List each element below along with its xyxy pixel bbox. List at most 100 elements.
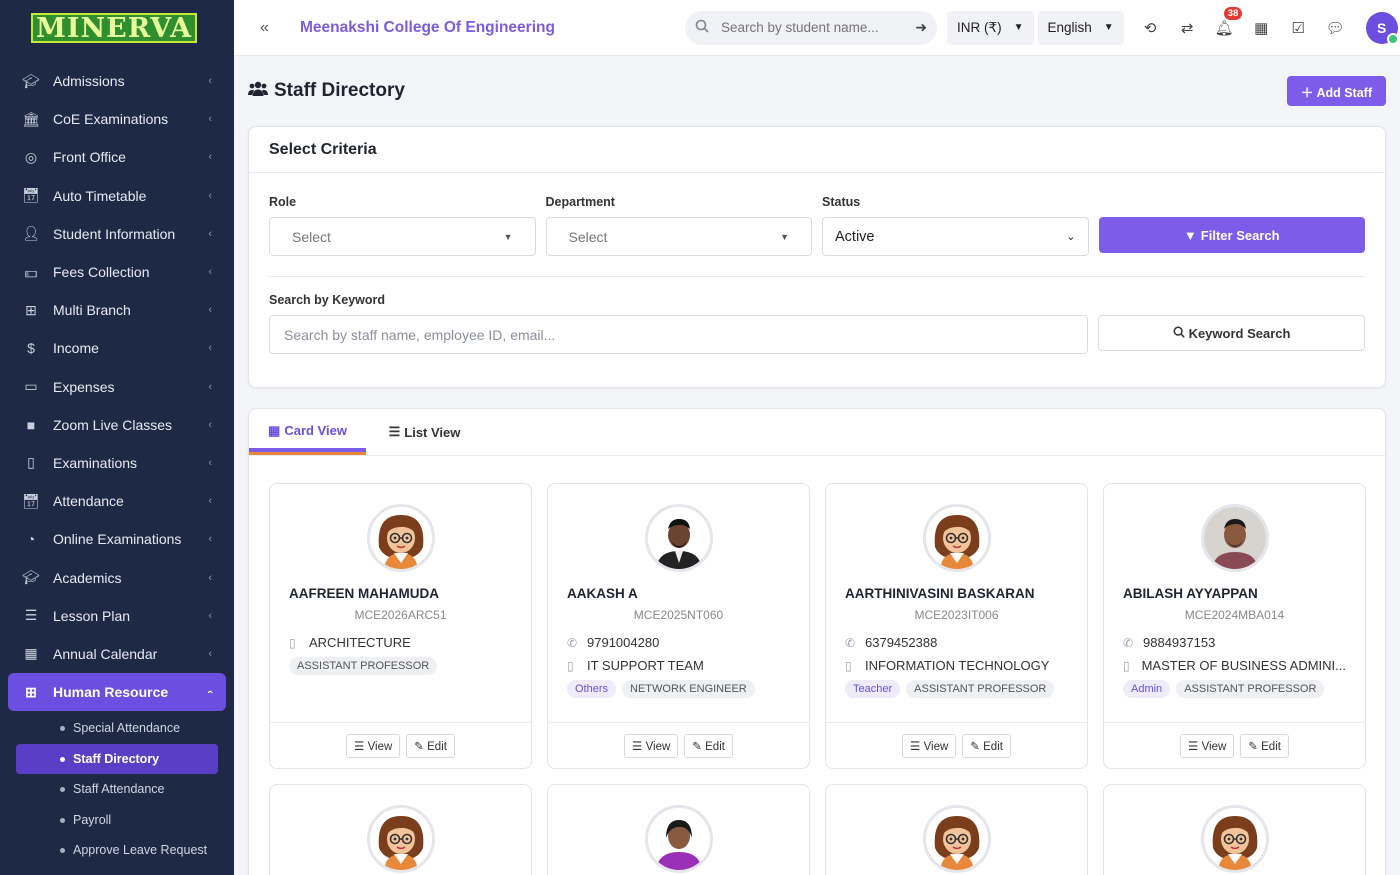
rss-icon: ◔ — [26, 531, 36, 548]
list-icon: ☰ — [1188, 740, 1199, 753]
sidebar-subitem-special-attendance[interactable]: Special Attendance — [0, 713, 234, 744]
main-content: Staff Directory ＋ Add Staff Select Crite… — [234, 56, 1400, 875]
sidebar-item-label: Multi Branch — [53, 302, 131, 319]
collapse-sidebar-icon[interactable]: « — [260, 19, 280, 37]
sidebar-item-admissions[interactable]: 🎓︎ Admissions ‹ — [0, 62, 234, 100]
list-icon: ☰ — [632, 740, 643, 753]
staff-name[interactable]: AARTHINIVASINI BASKARAN — [826, 586, 1087, 601]
view-staff-button[interactable]: ☰ View — [346, 733, 401, 758]
staff-name[interactable]: ABILASH AYYAPPAN — [1104, 586, 1365, 601]
tab-list-view[interactable]: ☰ List View — [366, 409, 483, 455]
chevron-left-icon: ‹ — [208, 571, 212, 584]
list-icon: ☰ — [24, 607, 38, 624]
sidebar-item-auto-timetable[interactable]: 📅︎ Auto Timetable ‹ — [0, 177, 234, 215]
sidebar-item-student-information[interactable]: 👤︎ Student Information ‹ — [0, 215, 234, 253]
role-select[interactable]: Select ▼ — [269, 217, 536, 256]
staff-category-badge: Admin — [1123, 680, 1171, 698]
sidebar-item-examinations[interactable]: ▯ Examinations ‹ — [0, 444, 234, 482]
edit-label: Edit — [983, 740, 1003, 753]
chat-icon[interactable]: 💬︎ — [1317, 19, 1354, 37]
sidebar-subitem-staff-directory[interactable]: Staff Directory — [16, 743, 218, 775]
student-search-input[interactable] — [721, 20, 916, 35]
add-staff-button[interactable]: ＋ Add Staff — [1286, 76, 1386, 106]
sidebar-subitem-payroll[interactable]: Payroll — [0, 805, 234, 836]
sidebar-subitem-approve-leave-request[interactable]: Approve Leave Request — [0, 835, 234, 866]
language-select[interactable]: English ▼ — [1037, 10, 1124, 45]
view-staff-button[interactable]: ☰ View — [902, 733, 957, 758]
staff-department: ▯ IT SUPPORT TEAM — [567, 654, 790, 677]
staff-phone: ✆ 9884937153 — [1123, 631, 1346, 654]
sitemap-icon: ⊞ — [25, 301, 37, 318]
sidebar-subitem-staff-attendance[interactable]: Staff Attendance — [0, 774, 234, 805]
sidebar-item-multi-branch[interactable]: ⊞ Multi Branch ‹ — [0, 291, 234, 329]
chevron-left-icon: ‹ — [204, 690, 217, 694]
chevron-left-icon: ‹ — [208, 342, 212, 355]
view-staff-button[interactable]: ☰ View — [1180, 733, 1235, 758]
status-select[interactable]: Active ⌄ — [822, 217, 1089, 256]
sidebar-item-academics[interactable]: 🎓︎ Academics ‹ — [0, 558, 234, 596]
filter-search-button[interactable]: ▼ Filter Search — [1098, 217, 1365, 253]
arrow-right-icon[interactable]: ➜ — [915, 19, 927, 36]
sidebar-item-front-office[interactable]: ◎ Front Office ‹ — [0, 138, 234, 176]
chevron-down-icon: ▼ — [1103, 22, 1114, 33]
bell-icon[interactable]: 🔔︎ 38 — [1206, 6, 1243, 37]
sidebar-item-human-resource[interactable]: ⊞ Human Resource ‹ — [8, 673, 226, 712]
staff-department-value: MASTER OF BUSINESS ADMINI... — [1141, 658, 1346, 673]
history-icon[interactable]: ⟲ — [1132, 19, 1169, 37]
exchange-icon[interactable]: ⇄ — [1169, 19, 1206, 37]
edit-label: Edit — [1261, 740, 1281, 753]
chevron-left-icon: ‹ — [208, 227, 212, 240]
sidebar-item-attendance[interactable]: 📅︎ Attendance ‹ — [0, 482, 234, 520]
sidebar-item-coe-examinations[interactable]: 🏛︎ CoE Examinations ‹ — [0, 100, 234, 138]
staff-photo — [922, 504, 991, 572]
front-office-icon: ◎ — [24, 148, 38, 165]
edit-staff-button[interactable]: ✎ Edit — [406, 733, 455, 758]
filter-search-label: Filter Search — [1200, 227, 1280, 243]
view-staff-button[interactable]: ☰ View — [624, 733, 679, 758]
staff-name[interactable]: AAFREEN MAHAMUDA — [270, 586, 531, 601]
currency-select[interactable]: INR (₹) ▼ — [947, 10, 1034, 45]
user-avatar[interactable]: S — [1365, 11, 1399, 45]
sidebar-item-income[interactable]: $ Income ‹ — [0, 329, 234, 367]
staff-name[interactable]: AAKASH A — [548, 586, 809, 601]
logo-text: MINERVA — [31, 13, 197, 43]
phone-icon: ✆ — [567, 635, 578, 650]
department-select[interactable]: Select ▼ — [545, 217, 812, 256]
edit-staff-button[interactable]: ✎ Edit — [962, 733, 1011, 758]
tab-card-view[interactable]: ▦ Card View — [249, 409, 366, 455]
edit-staff-button[interactable]: ✎ Edit — [684, 733, 733, 758]
chevron-left-icon: ‹ — [208, 380, 212, 393]
staff-department-value: IT SUPPORT TEAM — [587, 658, 704, 673]
sidebar-item-label: Admissions — [53, 73, 125, 90]
logo[interactable]: MINERVA — [0, 0, 234, 56]
keyword-search-button[interactable]: Keyword Search — [1098, 315, 1365, 351]
keyword-label: Search by Keyword — [269, 293, 386, 307]
calendar-icon[interactable]: ▦ — [1243, 19, 1280, 37]
staff-photo — [1200, 805, 1269, 873]
edit-staff-button[interactable]: ✎ Edit — [1240, 733, 1289, 758]
staff-phone: ✆ 9791004280 — [567, 631, 790, 654]
staff-view-panel: ▦ Card View ☰ List View AAFREEN MAHAMUDA MC… — [248, 408, 1386, 875]
page-title: Staff Directory — [248, 80, 1287, 102]
sidebar-item-zoom-live-classes[interactable]: ■ Zoom Live Classes ‹ — [0, 406, 234, 444]
staff-card — [825, 784, 1088, 875]
sidebar-item-expenses[interactable]: ▭ Expenses ‹ — [0, 368, 234, 406]
task-check-icon[interactable]: ☑ — [1280, 19, 1317, 37]
sidebar-subitem-label: Staff Directory — [73, 751, 160, 766]
staff-photo — [366, 805, 435, 873]
map-icon: ▯ — [27, 454, 35, 471]
college-name[interactable]: Meenakshi College Of Engineering — [300, 19, 670, 37]
list-icon: ☰ — [388, 424, 401, 439]
sidebar-item-annual-calendar[interactable]: ▦ Annual Calendar ‹ — [0, 635, 234, 673]
view-label: View — [1201, 740, 1227, 753]
sidebar-item-lesson-plan[interactable]: ☰ Lesson Plan ‹ — [0, 597, 234, 635]
chevron-down-icon: ⌄ — [1066, 231, 1076, 243]
department-label: Department — [545, 195, 615, 209]
sidebar-item-fees-collection[interactable]: 💵︎ Fees Collection ‹ — [0, 253, 234, 291]
chevron-left-icon: ‹ — [208, 495, 212, 508]
staff-department-value: ARCHITECTURE — [309, 635, 411, 650]
keyword-input[interactable]: Search by staff name, employee ID, email… — [269, 315, 1088, 354]
sidebar-item-online-examinations[interactable]: ◔ Online Examinations ‹ — [0, 520, 234, 558]
user-plus-icon: 👤︎ — [22, 225, 40, 242]
building-icon: ▯ — [1123, 658, 1130, 673]
